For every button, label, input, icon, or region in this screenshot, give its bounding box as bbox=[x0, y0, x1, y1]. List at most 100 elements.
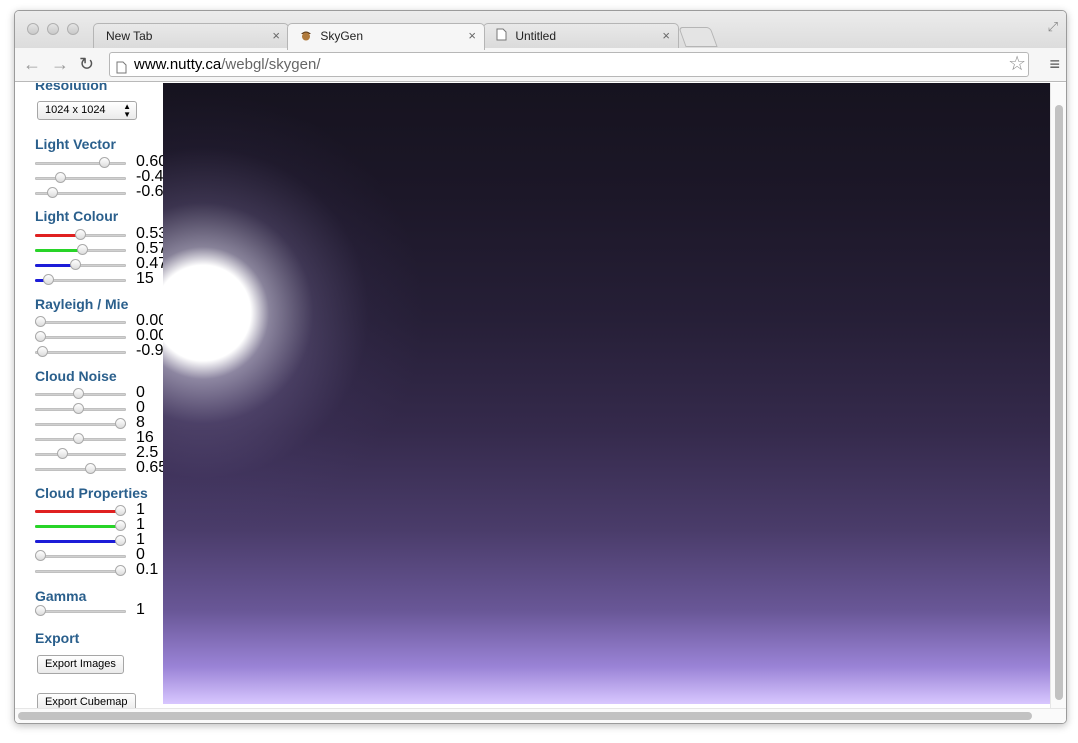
slider-gamma[interactable]: 1 bbox=[35, 601, 163, 619]
slider-value: -0.63 bbox=[136, 183, 163, 200]
toolbar: ← → ↻ www.nutty.ca/webgl/skygen/ ☆ ≡ bbox=[15, 48, 1066, 82]
select-arrows-icon: ▲ ▼ bbox=[123, 102, 131, 119]
slider-value: 0.65 bbox=[136, 459, 163, 476]
reload-icon[interactable]: ↻ bbox=[79, 53, 94, 75]
acorn-icon bbox=[300, 25, 312, 49]
slider-thumb[interactable] bbox=[99, 157, 110, 168]
tab-label: SkyGen bbox=[320, 29, 364, 43]
page-icon bbox=[496, 25, 507, 49]
slider-thumb[interactable] bbox=[37, 346, 48, 357]
slider-thumb[interactable] bbox=[85, 463, 96, 474]
page-icon bbox=[116, 58, 127, 81]
slider-track[interactable] bbox=[35, 468, 126, 471]
slider-thumb[interactable] bbox=[43, 274, 54, 285]
tab-close-icon[interactable]: × bbox=[662, 24, 670, 48]
tab-label: New Tab bbox=[106, 29, 153, 43]
tab-strip: New Tab × SkyGen × Untitled × ⤢ bbox=[15, 11, 1066, 50]
back-icon[interactable]: ← bbox=[23, 53, 41, 75]
slider-thumb[interactable] bbox=[73, 433, 84, 444]
slider-cloud-properties-5[interactable]: 0.1 bbox=[35, 561, 163, 579]
url-path: /webgl/skygen/ bbox=[221, 56, 321, 73]
slider-thumb[interactable] bbox=[35, 550, 46, 561]
export-images-button[interactable]: Export Images bbox=[37, 655, 124, 674]
section-title-resolution: Resolution bbox=[35, 83, 108, 93]
slider-track[interactable] bbox=[35, 453, 126, 456]
slider-value: 15 bbox=[136, 270, 154, 287]
slider-thumb[interactable] bbox=[73, 388, 84, 399]
slider-value: 0.1 bbox=[136, 561, 159, 578]
slider-rayleigh-mie-3[interactable]: -0.95 bbox=[35, 342, 163, 360]
resolution-value: 1024 x 1024 bbox=[45, 104, 106, 116]
slider-thumb[interactable] bbox=[115, 535, 126, 546]
slider-thumb[interactable] bbox=[47, 187, 58, 198]
slider-light-colour-4[interactable]: 15 bbox=[35, 270, 163, 288]
slider-value: -0.95 bbox=[136, 342, 163, 359]
slider-track[interactable] bbox=[35, 177, 126, 180]
slider-track[interactable] bbox=[35, 510, 126, 513]
section-title-cloud-properties: Cloud Properties bbox=[35, 485, 148, 501]
slider-thumb[interactable] bbox=[57, 448, 68, 459]
slider-thumb[interactable] bbox=[35, 331, 46, 342]
slider-track[interactable] bbox=[35, 162, 126, 165]
slider-fill bbox=[35, 540, 120, 543]
section-title-gamma: Gamma bbox=[35, 588, 87, 604]
tab-skygen[interactable]: SkyGen × bbox=[287, 23, 485, 50]
slider-cloud-noise-6[interactable]: 0.65 bbox=[35, 459, 163, 477]
horizontal-scroll-thumb[interactable] bbox=[18, 712, 1032, 720]
browser-window: New Tab × SkyGen × Untitled × ⤢ ← → ↻ ww… bbox=[14, 10, 1067, 724]
vertical-scroll-thumb[interactable] bbox=[1055, 105, 1063, 700]
section-title-light-colour: Light Colour bbox=[35, 208, 119, 224]
slider-thumb[interactable] bbox=[70, 259, 81, 270]
slider-thumb[interactable] bbox=[115, 418, 126, 429]
slider-track[interactable] bbox=[35, 321, 126, 324]
slider-thumb[interactable] bbox=[77, 244, 88, 255]
section-title-rayleigh-mie: Rayleigh / Mie bbox=[35, 296, 129, 312]
slider-light-vector-3[interactable]: -0.63 bbox=[35, 183, 163, 201]
slider-track[interactable] bbox=[35, 525, 126, 528]
horizontal-scrollbar[interactable] bbox=[15, 708, 1066, 723]
tab-close-icon[interactable]: × bbox=[272, 24, 280, 48]
slider-fill bbox=[35, 510, 120, 513]
slider-thumb[interactable] bbox=[35, 605, 46, 616]
slider-thumb[interactable] bbox=[75, 229, 86, 240]
slider-track[interactable] bbox=[35, 351, 126, 354]
slider-track[interactable] bbox=[35, 555, 126, 558]
address-bar[interactable]: www.nutty.ca/webgl/skygen/ ☆ bbox=[109, 52, 1029, 77]
tab-close-icon[interactable]: × bbox=[468, 24, 476, 48]
tab-new-tab[interactable]: New Tab × bbox=[93, 23, 289, 49]
close-window-button[interactable] bbox=[27, 23, 39, 35]
slider-thumb[interactable] bbox=[115, 520, 126, 531]
vertical-scrollbar[interactable] bbox=[1050, 83, 1066, 708]
url-host: www.nutty.ca bbox=[134, 56, 222, 73]
slider-thumb[interactable] bbox=[115, 565, 126, 576]
resolution-select[interactable]: 1024 x 1024 ▲ ▼ bbox=[37, 101, 137, 120]
forward-icon[interactable]: → bbox=[51, 53, 69, 75]
sun-glow bbox=[163, 83, 463, 573]
tab-untitled[interactable]: Untitled × bbox=[483, 23, 679, 49]
zoom-window-button[interactable] bbox=[67, 23, 79, 35]
sky-render-canvas[interactable] bbox=[163, 83, 1050, 704]
slider-track[interactable] bbox=[35, 570, 126, 573]
slider-fill bbox=[35, 264, 75, 267]
slider-value: 1 bbox=[136, 601, 145, 618]
settings-panel: Resolution 1024 x 1024 ▲ ▼ Light Vector L… bbox=[15, 83, 163, 723]
slider-thumb[interactable] bbox=[73, 403, 84, 414]
menu-icon[interactable]: ≡ bbox=[1049, 53, 1060, 75]
fullscreen-icon[interactable]: ⤢ bbox=[1048, 19, 1058, 35]
slider-track[interactable] bbox=[35, 336, 126, 339]
slider-track[interactable] bbox=[35, 610, 126, 613]
slider-fill bbox=[35, 525, 120, 528]
star-icon[interactable]: ☆ bbox=[1008, 53, 1026, 75]
page-content: Resolution 1024 x 1024 ▲ ▼ Light Vector L… bbox=[15, 83, 1066, 723]
section-title-export: Export bbox=[35, 630, 80, 646]
new-tab-button[interactable] bbox=[678, 27, 718, 47]
section-title-light-vector: Light Vector bbox=[35, 136, 116, 152]
slider-track[interactable] bbox=[35, 540, 126, 543]
slider-thumb[interactable] bbox=[35, 316, 46, 327]
slider-track[interactable] bbox=[35, 423, 126, 426]
section-title-cloud-noise: Cloud Noise bbox=[35, 368, 117, 384]
minimize-window-button[interactable] bbox=[47, 23, 59, 35]
slider-fill bbox=[35, 249, 82, 252]
slider-thumb[interactable] bbox=[55, 172, 66, 183]
slider-thumb[interactable] bbox=[115, 505, 126, 516]
